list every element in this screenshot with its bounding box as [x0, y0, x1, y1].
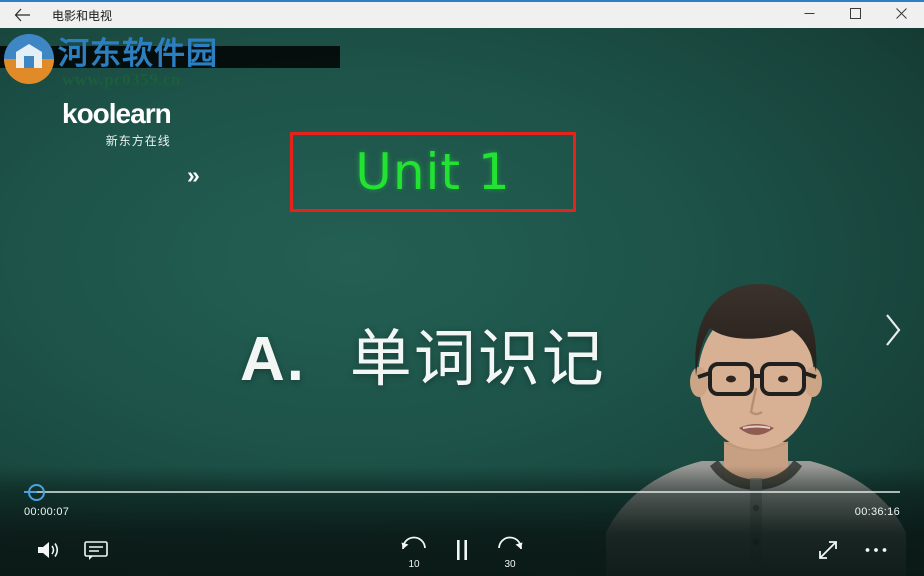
rewind-icon	[399, 535, 429, 555]
volume-icon	[35, 538, 61, 562]
section-title: 单词识记	[349, 322, 606, 395]
watermark-url: www.pc0359.cn	[62, 70, 181, 89]
captions-button[interactable]	[74, 528, 118, 572]
fullscreen-icon	[816, 538, 840, 562]
maximize-icon	[849, 6, 861, 24]
chevron-right-icon	[883, 312, 903, 353]
koolearn-chevron-icon: »	[187, 162, 200, 188]
rewind-seconds-label: 10	[408, 559, 420, 570]
total-time-label: 00:36:16	[854, 506, 900, 518]
koolearn-logo: koolearn » 新东方在线	[62, 98, 200, 187]
fast-forward-icon	[495, 535, 525, 555]
volume-button[interactable]	[26, 528, 70, 572]
next-button[interactable]	[876, 304, 910, 360]
more-options-icon	[864, 546, 888, 554]
player-controls: 00:00:07 00:36:16 10 30	[0, 466, 924, 576]
close-button[interactable]	[878, 2, 924, 28]
watermark-site-name: 河东软件园	[58, 36, 218, 72]
section-heading: A. 单词识记	[240, 328, 606, 391]
window-title: 电影和电视	[52, 8, 113, 23]
maximize-button[interactable]	[832, 2, 878, 28]
current-time-label: 00:00:07	[24, 506, 70, 518]
close-icon	[895, 6, 907, 24]
unit-title-box: Unit 1	[290, 132, 576, 212]
seek-bar[interactable]	[0, 484, 924, 501]
minimize-icon	[804, 6, 815, 24]
koolearn-subtitle: 新东方在线	[105, 134, 171, 148]
minimize-button[interactable]	[786, 2, 832, 28]
site-watermark: 河东软件园 www.pc0359.cn	[0, 28, 340, 96]
seek-track[interactable]	[24, 491, 900, 493]
play-pause-button[interactable]	[440, 528, 484, 572]
control-button-row: 10 30	[0, 528, 924, 576]
closed-captions-icon	[83, 539, 109, 561]
pause-icon	[453, 539, 471, 561]
forward-30-button[interactable]: 30	[488, 528, 532, 572]
rewind-10-button[interactable]: 10	[392, 528, 436, 572]
title-bar: 电影和电视	[0, 0, 924, 28]
seek-handle[interactable]	[28, 484, 45, 501]
more-options-button[interactable]	[854, 528, 898, 572]
unit-title-text: Unit 1	[355, 143, 511, 201]
koolearn-wordmark: koolearn	[62, 98, 172, 129]
fullscreen-button[interactable]	[806, 528, 850, 572]
site-logo-icon	[4, 34, 54, 84]
back-arrow-icon	[14, 8, 31, 22]
watermark-strip	[0, 46, 340, 68]
video-surface[interactable]: koolearn » 新东方在线 Unit 1 A. 单词识记 河东软件园 ww…	[0, 28, 924, 576]
window-controls	[786, 2, 924, 28]
forward-seconds-label: 30	[504, 559, 516, 570]
back-button[interactable]	[0, 2, 44, 28]
movies-and-tv-window: 电影和电视 koolearn » 新东方在线 Unit 1 A. 单词识记 河东…	[0, 0, 924, 576]
section-prefix: A.	[240, 325, 306, 394]
